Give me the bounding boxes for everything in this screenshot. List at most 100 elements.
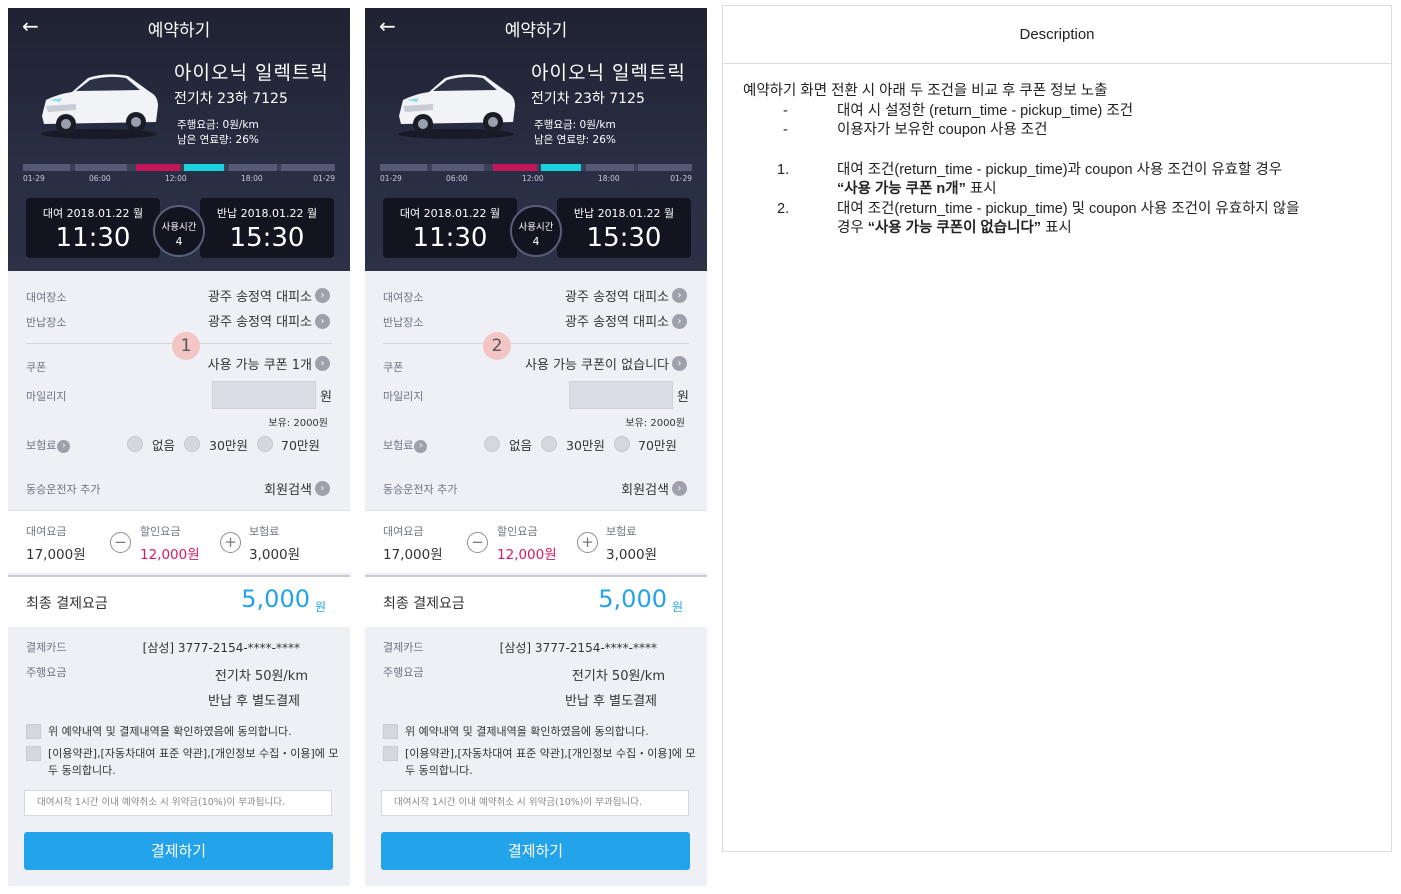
chevron-right-icon[interactable]: › bbox=[672, 356, 687, 371]
rent-fee-value: 17,000원 bbox=[383, 547, 443, 563]
chevron-right-icon[interactable]: › bbox=[315, 481, 330, 496]
insurance-radio-70[interactable] bbox=[614, 436, 630, 452]
insurance-radio-none[interactable] bbox=[484, 436, 500, 452]
return-time-value: 15:30 bbox=[229, 223, 305, 253]
insurance-option-label: 70만원 bbox=[281, 438, 320, 453]
pickup-place-label: 대여장소 bbox=[26, 291, 67, 304]
return-place-label: 반납장소 bbox=[26, 316, 67, 329]
usage-hours-value: 4 bbox=[175, 235, 183, 248]
cancel-notice: 대여시작 1시간 이내 예약취소 시 위약금(10%)이 부과됩니다. bbox=[381, 790, 689, 816]
rent-time-value: 11:30 bbox=[55, 223, 131, 253]
pay-button[interactable]: 결제하기 bbox=[381, 832, 690, 870]
coupon-value[interactable]: 사용 가능 쿠폰이 없습니다 bbox=[525, 354, 669, 373]
total-value: 5,000 bbox=[241, 585, 310, 613]
insurance-radio-30[interactable] bbox=[184, 436, 200, 452]
insurance-option-label: 없음 bbox=[509, 438, 533, 453]
description-item-1-line2: “사용 가능 쿠폰 n개” 표시 bbox=[837, 180, 997, 199]
pickup-place-value[interactable]: 광주 송정역 대피소 bbox=[565, 286, 669, 305]
availability-timeline bbox=[380, 164, 692, 171]
timeline-slot-free bbox=[281, 164, 335, 171]
car-plate: 전기차 23하 7125 bbox=[174, 91, 288, 107]
rent-time-box[interactable]: 대여 2018.01.22 월 11:30 bbox=[383, 198, 517, 258]
timeline-tick: 01-29 bbox=[23, 174, 45, 183]
timeline-tick: 18:00 bbox=[598, 174, 620, 183]
coupon-value[interactable]: 사용 가능 쿠폰 1개 bbox=[208, 354, 312, 373]
usage-hours-value: 4 bbox=[532, 235, 540, 248]
pickup-place-value[interactable]: 광주 송정역 대피소 bbox=[208, 286, 312, 305]
agree-text-2: [이용약관],[자동차대여 표준 약관],[개인정보 수집・이용]에 모두 동의… bbox=[48, 747, 339, 777]
description-item-1-line1: 대여 조건(return_time - pickup_time)과 coupon… bbox=[837, 162, 1283, 178]
timeline-slot-booked bbox=[136, 164, 180, 171]
card-value[interactable]: [삼성] 3777-2154-****-**** bbox=[500, 639, 657, 656]
timeline-tick: 12:00 bbox=[165, 174, 187, 183]
car-image bbox=[41, 74, 158, 139]
timeline-tick: 18:00 bbox=[241, 174, 263, 183]
mileage-input[interactable] bbox=[212, 381, 316, 409]
timeline-slot-free bbox=[586, 164, 634, 171]
chevron-right-icon[interactable]: › bbox=[57, 439, 71, 453]
description-item-2-tail: 표시 bbox=[1041, 220, 1072, 236]
insurance-option-label: 70만원 bbox=[638, 438, 677, 453]
chevron-right-icon[interactable]: › bbox=[672, 288, 687, 303]
card-value[interactable]: [삼성] 3777-2154-****-**** bbox=[143, 639, 300, 656]
drive-fee-label: 주행요금 bbox=[26, 666, 67, 679]
rent-fee-value: 17,000원 bbox=[26, 547, 86, 563]
coupon-label: 쿠폰 bbox=[383, 361, 404, 374]
annotation-number-badge: 1 bbox=[172, 332, 200, 360]
description-bullet-1: 대여 시 설정한 (return_time - pickup_time) 조건 bbox=[837, 103, 1134, 119]
agree-text-1: 위 예약내역 및 결제내역을 확인하였음에 동의합니다. bbox=[405, 725, 649, 738]
agree-checkbox-1[interactable] bbox=[26, 724, 41, 739]
timeline-slot-selected bbox=[541, 164, 581, 171]
insurance-fee-label: 보험료 bbox=[606, 525, 637, 538]
total-unit: 원 bbox=[314, 600, 326, 614]
item-number-1: 1. bbox=[777, 162, 790, 178]
coupon-label: 쿠폰 bbox=[26, 361, 47, 374]
insurance-label: 보험료 bbox=[383, 439, 414, 452]
total-unit: 원 bbox=[671, 600, 683, 614]
description-intro: 예약하기 화면 전환 시 아래 두 조건을 비교 후 쿠폰 정보 노출 bbox=[743, 83, 1108, 99]
mileage-label: 마일리지 bbox=[383, 390, 424, 403]
rent-time-box[interactable]: 대여 2018.01.22 월 11:30 bbox=[26, 198, 160, 258]
mileage-input[interactable] bbox=[569, 381, 673, 409]
agree-checkbox-1[interactable] bbox=[383, 724, 398, 739]
description-item-2-line1: 대여 조건(return_time - pickup_time) 및 coupo… bbox=[837, 201, 1300, 217]
pay-button[interactable]: 결제하기 bbox=[24, 832, 333, 870]
discount-label: 할인요금 bbox=[140, 525, 181, 538]
hero-header: ← 예약하기 아이오닉 일렉트릭 전기차 23하 7125 주행요금: 0원/k… bbox=[8, 8, 350, 271]
total-value: 5,000 bbox=[598, 585, 667, 613]
drive-fee-text: 주행요금: 0원/km bbox=[534, 119, 616, 131]
co-driver-value[interactable]: 회원검색 bbox=[264, 479, 312, 498]
insurance-label: 보험료 bbox=[26, 439, 57, 452]
timeline-ticks: 01-29 06:00 12:00 18:00 01-29 bbox=[23, 174, 335, 186]
chevron-right-icon[interactable]: › bbox=[414, 439, 428, 453]
chevron-right-icon[interactable]: › bbox=[672, 481, 687, 496]
car-image bbox=[398, 74, 515, 139]
description-item-1-bold: “사용 가능 쿠폰 n개” bbox=[837, 181, 966, 197]
co-driver-value[interactable]: 회원검색 bbox=[621, 479, 669, 498]
return-time-value: 15:30 bbox=[586, 223, 662, 253]
car-name: 아이오닉 일렉트릭 bbox=[531, 62, 686, 84]
description-item-1-tail: 표시 bbox=[965, 181, 997, 197]
insurance-radio-70[interactable] bbox=[257, 436, 273, 452]
insurance-radio-30[interactable] bbox=[541, 436, 557, 452]
return-place-value[interactable]: 광주 송정역 대피소 bbox=[565, 311, 669, 330]
chevron-right-icon[interactable]: › bbox=[315, 288, 330, 303]
return-time-box[interactable]: 반납 2018.01.22 월 15:30 bbox=[200, 198, 334, 258]
fuel-left-text: 남은 연료량: 26% bbox=[177, 134, 259, 146]
insurance-radio-none[interactable] bbox=[127, 436, 143, 452]
insurance-option-label: 없음 bbox=[152, 438, 176, 453]
agree-checkbox-2[interactable] bbox=[26, 746, 41, 761]
agree-checkbox-2[interactable] bbox=[383, 746, 398, 761]
return-place-value[interactable]: 광주 송정역 대피소 bbox=[208, 311, 312, 330]
chevron-right-icon[interactable]: › bbox=[315, 314, 330, 329]
chevron-right-icon[interactable]: › bbox=[672, 314, 687, 329]
chevron-right-icon[interactable]: › bbox=[315, 356, 330, 371]
rent-fee-label: 대여요금 bbox=[26, 525, 67, 538]
return-time-box[interactable]: 반납 2018.01.22 월 15:30 bbox=[557, 198, 691, 258]
settle-note: 반납 후 별도결제 bbox=[208, 694, 300, 709]
availability-timeline bbox=[23, 164, 335, 171]
discount-value: 12,000원 bbox=[497, 547, 557, 563]
mileage-unit: 원 bbox=[677, 390, 689, 405]
phone-screen-with-coupon: ← 예약하기 아이오닉 일렉트릭 전기차 23하 7125 주행요금: 0원/k… bbox=[8, 8, 350, 886]
usage-hours-badge: 사용시간 4 bbox=[153, 205, 205, 257]
